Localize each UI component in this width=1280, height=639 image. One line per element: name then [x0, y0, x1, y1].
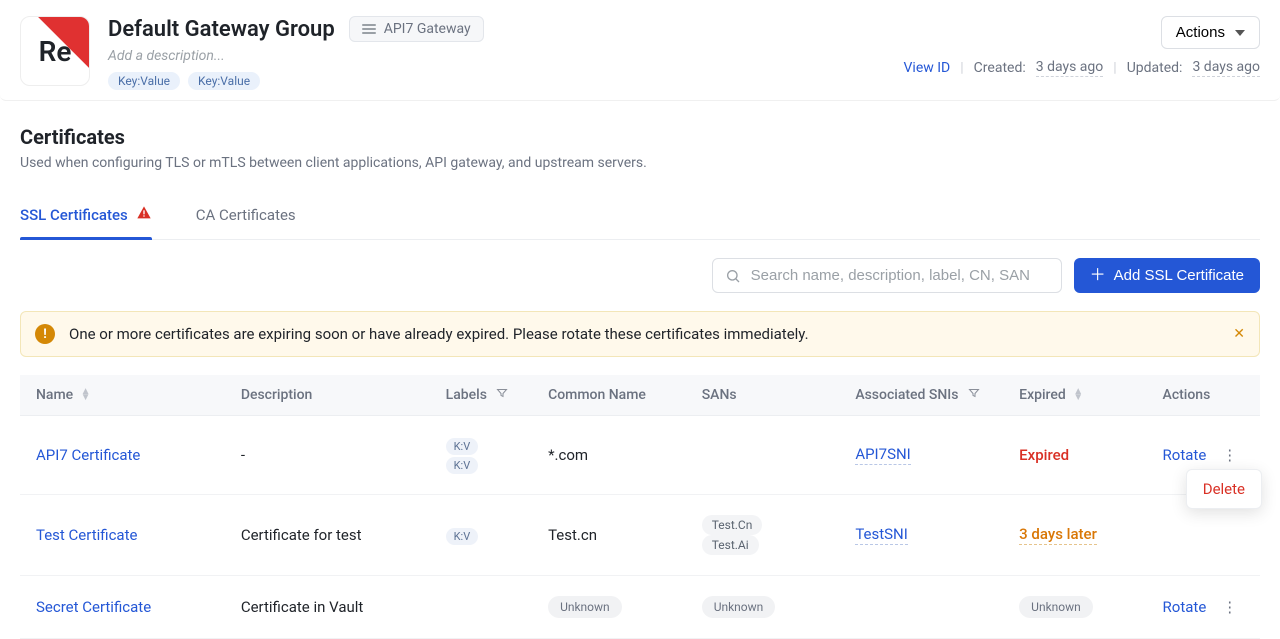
cert-description: Certificate for test: [225, 495, 430, 576]
col-name[interactable]: Name ▲▼: [20, 375, 225, 416]
table-row: Secret Certificate Certificate in Vault …: [20, 576, 1260, 639]
cert-labels: K:V K:V: [430, 416, 532, 495]
header-tags: Key:Value Key:Value: [108, 72, 904, 90]
view-id-link[interactable]: View ID: [904, 60, 951, 76]
associated-sni-link[interactable]: API7SNI: [855, 445, 910, 465]
associated-sni: [839, 576, 1003, 639]
cert-labels: K:V: [430, 495, 532, 576]
plus-icon: ＋: [1090, 268, 1106, 284]
section-title: Certificates: [20, 125, 1260, 149]
separator: |: [960, 60, 963, 76]
rotate-action[interactable]: Rotate: [1163, 598, 1207, 616]
add-ssl-label: Add SSL Certificate: [1114, 267, 1244, 284]
col-actions: Actions: [1147, 375, 1260, 416]
gateway-type-label: API7 Gateway: [384, 21, 471, 37]
updated-value: 3 days ago: [1192, 59, 1260, 77]
expired-status: Unknown: [1019, 596, 1093, 618]
col-labels[interactable]: Labels: [430, 375, 532, 416]
created-label: Created:: [974, 60, 1026, 76]
search-icon: [725, 268, 741, 284]
cert-description: -: [225, 416, 430, 495]
more-actions-icon[interactable]: ⋮: [1218, 446, 1241, 464]
alert-icon: !: [35, 324, 55, 344]
tab-ca-certificates[interactable]: CA Certificates: [196, 193, 296, 239]
header-tag[interactable]: Key:Value: [188, 72, 260, 90]
section-subtitle: Used when configuring TLS or mTLS betwee…: [20, 155, 1260, 171]
page-title: Default Gateway Group: [108, 17, 335, 42]
cert-name-link[interactable]: API7 Certificate: [36, 446, 140, 464]
cert-sans: Test.Cn Test.Ai: [686, 495, 840, 576]
cert-name-link[interactable]: Secret Certificate: [36, 598, 151, 616]
tab-ssl-label: SSL Certificates: [20, 206, 128, 224]
label-chip[interactable]: K:V: [446, 438, 479, 455]
description-placeholder[interactable]: Add a description...: [108, 48, 904, 64]
logo-text: Re: [39, 35, 72, 68]
actions-label: Actions: [1176, 24, 1225, 41]
page-header: Re Default Gateway Group API7 Gateway Ad…: [0, 0, 1280, 101]
sort-icon[interactable]: ▲▼: [1073, 389, 1083, 401]
cert-common-name: Test.cn: [532, 495, 686, 576]
warning-icon: [136, 205, 152, 225]
tab-ca-label: CA Certificates: [196, 206, 296, 224]
search-input-wrapper[interactable]: [712, 258, 1062, 293]
expired-status: 3 days later: [1019, 525, 1097, 545]
row-actions-popup: Delete: [1186, 469, 1262, 509]
chevron-down-icon: [1235, 30, 1245, 36]
sort-icon[interactable]: ▲▼: [81, 389, 91, 401]
tabs: SSL Certificates CA Certificates: [20, 193, 1260, 240]
delete-action[interactable]: Delete: [1203, 480, 1245, 498]
table-row: Test Certificate Certificate for test K:…: [20, 495, 1260, 576]
label-chip[interactable]: K:V: [446, 528, 479, 545]
table-row: API7 Certificate - K:V K:V *.com API7SNI…: [20, 416, 1260, 495]
filter-icon[interactable]: [968, 387, 980, 403]
cert-name-link[interactable]: Test Certificate: [36, 526, 137, 544]
unknown-chip: Unknown: [702, 596, 776, 618]
gateway-type-badge: API7 Gateway: [349, 16, 484, 42]
add-ssl-certificate-button[interactable]: ＋ Add SSL Certificate: [1074, 258, 1260, 293]
col-description: Description: [225, 375, 430, 416]
separator: |: [1113, 60, 1116, 76]
actions-dropdown[interactable]: Actions: [1161, 16, 1260, 49]
san-chip: Test.Ai: [702, 535, 759, 555]
associated-sni-link[interactable]: TestSNI: [855, 525, 908, 545]
col-common-name: Common Name: [532, 375, 686, 416]
gateway-icon: [362, 24, 376, 34]
cert-sans: [686, 416, 840, 495]
col-sans: SANs: [686, 375, 840, 416]
unknown-chip: Unknown: [548, 596, 622, 618]
search-input[interactable]: [751, 267, 1049, 284]
san-chip: Test.Cn: [702, 515, 763, 535]
group-logo: Re: [20, 16, 90, 86]
expiry-alert: ! One or more certificates are expiring …: [20, 311, 1260, 357]
meta-row: View ID | Created: 3 days ago | Updated:…: [904, 59, 1260, 77]
header-tag[interactable]: Key:Value: [108, 72, 180, 90]
alert-close-icon[interactable]: ✕: [1233, 326, 1245, 342]
cert-common-name: *.com: [532, 416, 686, 495]
rotate-action[interactable]: Rotate: [1163, 446, 1207, 464]
cert-labels: [430, 576, 532, 639]
label-chip[interactable]: K:V: [446, 457, 479, 474]
cert-description: Certificate in Vault: [225, 576, 430, 639]
col-expired[interactable]: Expired ▲▼: [1003, 375, 1146, 416]
filter-icon[interactable]: [496, 387, 508, 403]
updated-label: Updated:: [1127, 60, 1183, 76]
tab-ssl-certificates[interactable]: SSL Certificates: [20, 193, 152, 239]
alert-text: One or more certificates are expiring so…: [69, 325, 1219, 343]
expired-status: Expired: [1019, 446, 1069, 464]
created-value: 3 days ago: [1036, 59, 1104, 77]
col-associated-snis[interactable]: Associated SNIs: [839, 375, 1003, 416]
certificates-table: Name ▲▼ Description Labels Common Name S…: [20, 375, 1260, 639]
more-actions-icon[interactable]: ⋮: [1218, 598, 1241, 616]
